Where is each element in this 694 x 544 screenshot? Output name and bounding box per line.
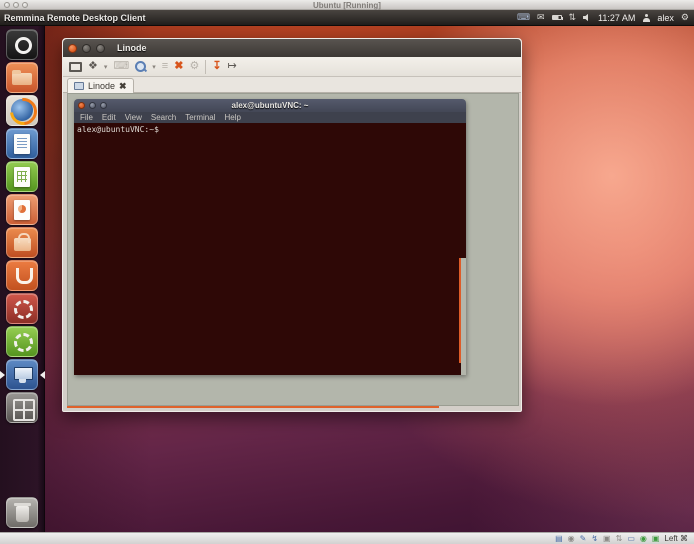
settings-gear-icon[interactable]: ⚙	[189, 61, 199, 72]
running-indicator-arrow	[0, 371, 9, 379]
disconnect-icon[interactable]: ↦	[228, 61, 237, 72]
tab-close-icon[interactable]: ✖	[119, 82, 127, 91]
preferences-icon[interactable]: ≡	[162, 61, 168, 72]
window-maximize-button[interactable]	[96, 44, 105, 53]
window-minimize-button[interactable]	[82, 44, 91, 53]
zoom-icon[interactable]	[135, 61, 146, 72]
display-icon[interactable]: ▭	[627, 535, 635, 543]
update-manager-icon[interactable]	[6, 326, 38, 357]
vnc-artifact-orange-vline	[459, 258, 461, 363]
zoom-dropdown-icon[interactable]: ▾	[152, 63, 156, 71]
terminal-titlebar[interactable]: alex@ubuntuVNC: ~	[74, 99, 466, 112]
tools-icon[interactable]: ✖	[174, 61, 183, 72]
menu-file[interactable]: File	[80, 113, 93, 122]
ubuntu-one-icon[interactable]	[6, 260, 38, 291]
software-center-icon[interactable]	[6, 227, 38, 258]
scale-dropdown-icon[interactable]: ▾	[104, 63, 108, 71]
remmina-tabbar: Linode ✖	[63, 77, 521, 93]
battery-icon[interactable]	[552, 15, 562, 20]
mail-icon[interactable]: ✉	[537, 13, 545, 22]
workspace-switcher-icon[interactable]	[6, 392, 38, 423]
tab-label: Linode	[88, 81, 115, 91]
cd-icon[interactable]: ◉	[568, 535, 575, 543]
panel-app-title: Remmina Remote Desktop Client	[4, 13, 146, 23]
keyboard-indicator-icon[interactable]: ⌨	[517, 13, 530, 22]
usb-icon[interactable]: ↯	[591, 535, 598, 543]
trash-icon[interactable]	[6, 497, 38, 528]
libreoffice-writer-icon[interactable]	[6, 128, 38, 159]
remmina-titlebar[interactable]: Linode	[63, 39, 521, 57]
virtualbox-statusbar: ▤ ◉ ✎ ↯ ▣ ⇅ ▭ ◉ ▣ Left ⌘	[0, 532, 694, 544]
network-icon[interactable]: ⇅	[616, 535, 623, 543]
toolbar-separator	[205, 60, 206, 74]
screen: Ubuntu [Running] Remmina Remote Desktop …	[0, 0, 694, 544]
session-gear-icon[interactable]: ⚙	[681, 13, 689, 22]
tab-screen-icon	[74, 82, 84, 90]
system-settings-icon[interactable]	[6, 293, 38, 324]
remote-terminal-window: alex@ubuntuVNC: ~ File Edit View Search …	[74, 99, 466, 375]
remmina-window-title: Linode	[117, 43, 147, 53]
host-key-label: Left ⌘	[664, 534, 688, 543]
remmina-launcher-icon[interactable]	[6, 359, 38, 390]
tab-linode[interactable]: Linode ✖	[67, 78, 134, 93]
libreoffice-impress-icon[interactable]	[6, 194, 38, 225]
menu-view[interactable]: View	[125, 113, 142, 122]
grab-keyboard-icon[interactable]: ⌨	[113, 61, 129, 72]
home-folder-icon[interactable]	[6, 62, 38, 93]
mouse-integration-icon[interactable]: ◉	[640, 535, 647, 543]
volume-icon[interactable]	[583, 14, 591, 22]
keyboard-capture-icon[interactable]: ▣	[652, 535, 660, 543]
firefox-icon[interactable]	[6, 95, 38, 126]
terminal-menubar: File Edit View Search Terminal Help	[74, 112, 466, 123]
network-arrows-icon[interactable]: ⇅	[569, 13, 577, 22]
menu-terminal[interactable]: Terminal	[185, 113, 215, 122]
scale-icon[interactable]: ❖	[88, 61, 98, 72]
clock[interactable]: 11:27 AM	[598, 13, 635, 23]
vnc-artifact-gray	[461, 258, 466, 375]
remmina-window: Linode ❖ ▾ ⌨ ▾ ≡ ✖ ⚙ ↧ ↦ Linode ✖	[62, 38, 522, 412]
menu-help[interactable]: Help	[224, 113, 240, 122]
vnc-artifact-orange-hline	[67, 406, 439, 408]
top-panel: Remmina Remote Desktop Client ⌨ ✉ ⇅ 11:2…	[0, 10, 694, 26]
host-window-titlebar: Ubuntu [Running]	[0, 0, 694, 10]
menu-edit[interactable]: Edit	[102, 113, 116, 122]
remmina-toolbar: ❖ ▾ ⌨ ▾ ≡ ✖ ⚙ ↧ ↦	[63, 57, 521, 77]
remote-desktop-view[interactable]: alex@ubuntuVNC: ~ File Edit View Search …	[67, 93, 519, 406]
libreoffice-calc-icon[interactable]	[6, 161, 38, 192]
hdd-icon[interactable]: ▤	[555, 535, 563, 543]
window-close-button[interactable]	[68, 44, 77, 53]
audio-icon[interactable]: ✎	[580, 535, 587, 543]
terminal-body[interactable]: alex@ubuntuVNC:~$	[74, 123, 466, 375]
panel-indicators: ⌨ ✉ ⇅ 11:27 AM alex ⚙	[517, 13, 694, 23]
dash-home-icon[interactable]	[6, 29, 38, 60]
fullscreen-icon[interactable]	[69, 62, 82, 72]
host-window-title: Ubuntu [Running]	[0, 1, 694, 10]
minimize-to-tray-icon[interactable]: ↧	[212, 61, 221, 72]
unity-launcher	[0, 26, 45, 532]
terminal-title: alex@ubuntuVNC: ~	[74, 101, 466, 110]
terminal-prompt: alex@ubuntuVNC:~$	[77, 125, 159, 134]
user-icon[interactable]	[642, 14, 650, 22]
username[interactable]: alex	[657, 13, 674, 23]
menu-search[interactable]: Search	[151, 113, 176, 122]
focused-indicator-arrow	[36, 371, 45, 379]
shared-folders-icon[interactable]: ▣	[603, 535, 611, 543]
